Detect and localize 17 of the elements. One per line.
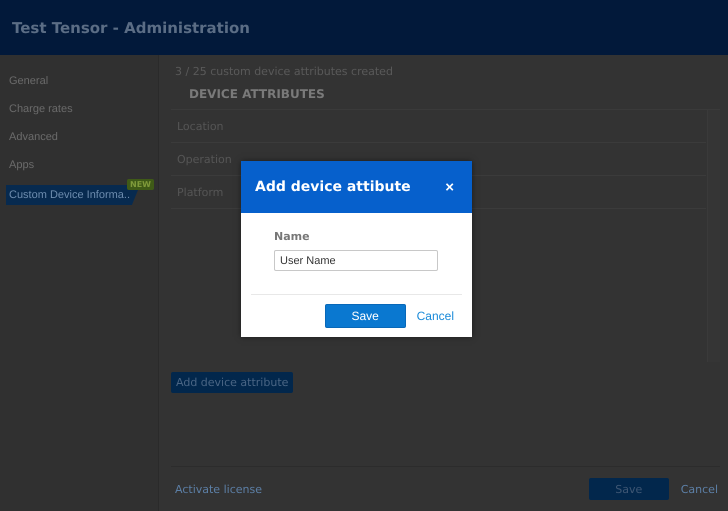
sidebar-item[interactable]: Advanced xyxy=(0,123,158,151)
cancel-link[interactable]: Cancel xyxy=(680,482,718,496)
sidebar-item[interactable]: General xyxy=(0,67,158,95)
add-attribute-button[interactable]: Add device attribute xyxy=(171,372,294,393)
dialog-cancel-link[interactable]: Cancel xyxy=(416,309,454,323)
window-title: Test Tensor - Administration xyxy=(12,18,250,36)
sidebar-item[interactable]: Apps xyxy=(0,151,158,179)
name-input-field[interactable]: User Name xyxy=(274,250,438,271)
section-title: DEVICE ATTRIBUTES xyxy=(188,86,326,103)
dialog-save-button[interactable]: Save xyxy=(324,304,406,328)
save-button[interactable]: Save xyxy=(588,478,669,500)
field-label: Name xyxy=(274,230,311,243)
dialog-title: Add device attibute xyxy=(255,179,411,195)
new-badge: NEW xyxy=(127,179,154,190)
close-button[interactable]: × xyxy=(441,178,458,196)
activate-license-link[interactable]: Activate license xyxy=(171,482,262,496)
sidebar-item[interactable]: Charge rates xyxy=(0,95,158,123)
